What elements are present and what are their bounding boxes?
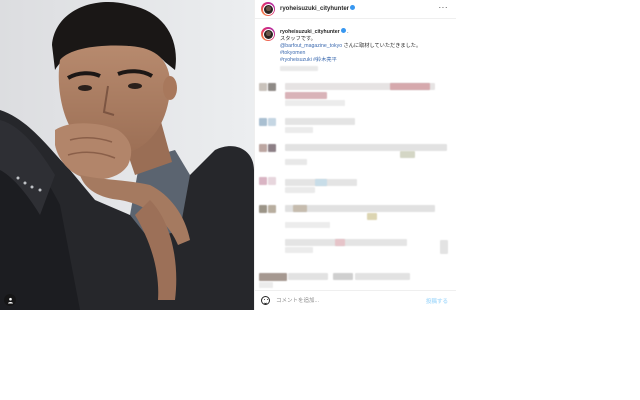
comment-input[interactable]	[276, 295, 416, 306]
post-side-panel: ryoheisuzuki_cityhunter ··· ryoheisuzuki…	[254, 0, 456, 310]
post-comment-button[interactable]: 投稿する	[426, 297, 448, 305]
person-glyph	[7, 297, 13, 303]
caption-line-2: @barfout_magazine_tokyo さんに取材していただきました。	[280, 43, 421, 49]
comment-bar: 投稿する	[255, 290, 456, 310]
mention-link[interactable]: @barfout_magazine_tokyo	[280, 43, 342, 49]
header-username-text[interactable]: ryoheisuzuki_cityhunter	[280, 6, 349, 12]
comments-area: ryoheisuzuki_cityhunter . スタッフです。 @barfo…	[255, 19, 456, 290]
verified-badge-icon	[350, 5, 356, 10]
emoji-icon[interactable]	[261, 296, 270, 305]
portrait-image	[0, 0, 254, 310]
caption-username-line: ryoheisuzuki_cityhunter .	[280, 28, 349, 35]
verified-badge-icon	[340, 28, 346, 34]
caption-dot: .	[347, 29, 349, 35]
post-photo[interactable]	[0, 0, 254, 310]
hashtag-links[interactable]: #ryoheisuzuki #鈴木亮平	[280, 57, 337, 63]
caption-line-1: スタッフです。	[280, 36, 316, 42]
instagram-post: ryoheisuzuki_cityhunter ··· ryoheisuzuki…	[0, 0, 456, 310]
caption-timestamp-redacted	[280, 66, 318, 71]
header-username[interactable]: ryoheisuzuki_cityhunter	[280, 5, 356, 12]
caption-line-2-text: さんに取材していただきました。	[342, 43, 422, 49]
user-tag-icon[interactable]	[4, 294, 16, 306]
hashtag-link[interactable]: #tokyomen	[280, 50, 305, 56]
more-options-icon[interactable]: ···	[439, 4, 449, 12]
caption-avatar[interactable]	[261, 27, 275, 41]
caption-username[interactable]: ryoheisuzuki_cityhunter	[280, 29, 340, 35]
post-header: ryoheisuzuki_cityhunter ···	[255, 0, 456, 19]
avatar[interactable]	[261, 2, 275, 16]
